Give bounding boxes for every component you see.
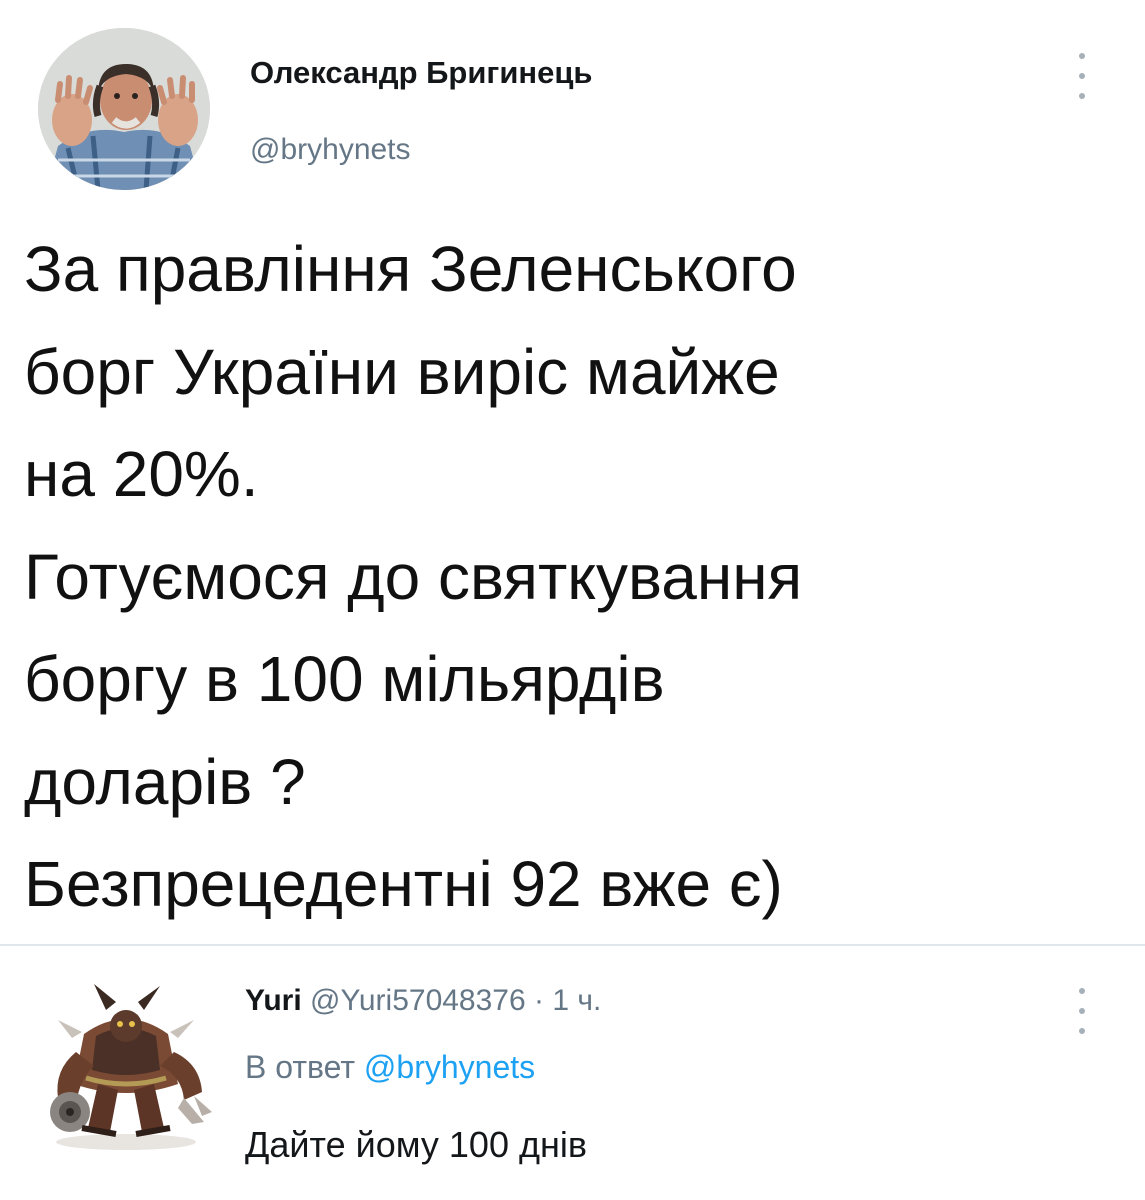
tweet-text-line: борг України виріс майже xyxy=(24,335,780,408)
tweet-text-line: Готуємося до святкування xyxy=(24,540,803,613)
reply-separator: · xyxy=(534,984,545,1017)
reply-time[interactable]: 1 ч. xyxy=(552,984,601,1017)
reply-context: В ответ @bryhynets xyxy=(245,1049,535,1086)
reply-tweet[interactable]: Yuri @Yuri57048376 · 1 ч. В ответ @bryhy… xyxy=(0,946,1145,1200)
more-dot xyxy=(1079,53,1085,59)
reply-text: Дайте йому 100 днів xyxy=(245,1124,587,1165)
tweet-text-line: Безпрецедентні 92 вже є) xyxy=(24,848,783,920)
more-dot xyxy=(1079,1008,1085,1014)
more-vertical-icon[interactable] xyxy=(1075,988,1089,1034)
author-avatar[interactable] xyxy=(38,28,210,190)
tweet-text-line: на 20%. xyxy=(24,438,259,510)
more-dot xyxy=(1079,1028,1085,1034)
main-tweet: Олександр Бригинець @bryhynets За правлі… xyxy=(0,0,1145,945)
reply-author-name[interactable]: Yuri xyxy=(245,984,302,1017)
author-photo xyxy=(38,28,210,190)
tweet-text: За правління Зеленського борг України ви… xyxy=(24,218,1134,936)
tweet-text-line: За правління Зеленського xyxy=(24,233,797,305)
reply-context-mention[interactable]: @bryhynets xyxy=(364,1049,535,1085)
reply-context-prefix: В ответ xyxy=(245,1049,356,1085)
reply-avatar[interactable] xyxy=(36,974,214,1154)
reply-avatar-figure xyxy=(50,984,212,1150)
reply-header: Yuri @Yuri57048376 · 1 ч. xyxy=(245,984,601,1018)
reply-author-handle[interactable]: @Yuri57048376 xyxy=(310,984,526,1017)
more-dot xyxy=(1079,988,1085,994)
author-name[interactable]: Олександр Бригинець xyxy=(250,55,592,91)
more-dot xyxy=(1079,93,1085,99)
more-dot xyxy=(1079,73,1085,79)
tweet-text-line: боргу в 100 мільярдів xyxy=(24,643,665,715)
tweet-text-line: доларів ? xyxy=(24,745,306,818)
more-vertical-icon[interactable] xyxy=(1075,53,1089,99)
tweet-thread-screen: Олександр Бригинець @bryhynets За правлі… xyxy=(0,0,1145,1200)
author-handle[interactable]: @bryhynets xyxy=(250,133,411,167)
